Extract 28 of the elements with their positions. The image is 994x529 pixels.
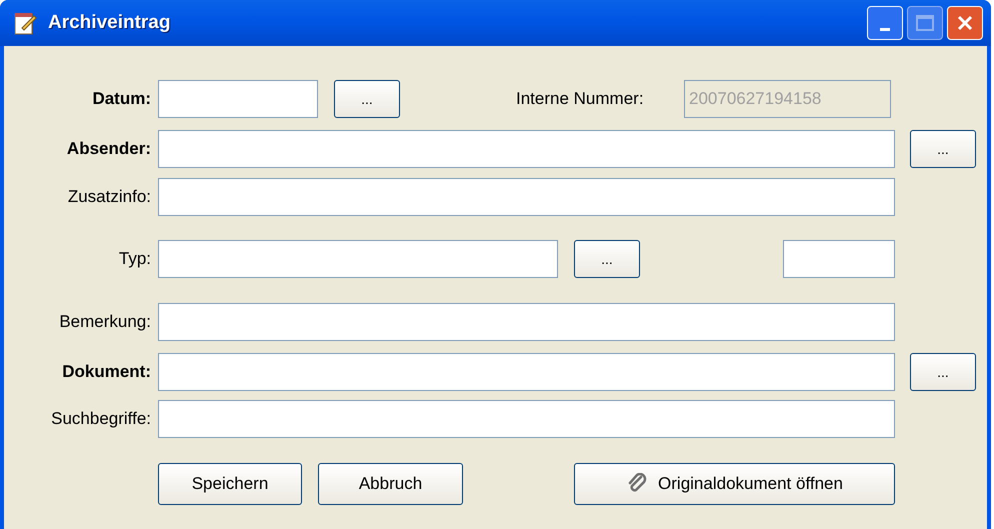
dialog-button[interactable]: Speichern	[158, 463, 302, 505]
browse-button[interactable]: ...	[910, 130, 976, 168]
field-label: Absender:	[66, 138, 152, 160]
field-label: Typ:	[118, 248, 152, 270]
dialog-button[interactable]: Abbruch	[318, 463, 463, 505]
input-field[interactable]	[158, 400, 895, 438]
field-label: Zusatzinfo:	[66, 186, 152, 208]
input-field[interactable]	[158, 303, 895, 341]
notepad-icon	[12, 10, 38, 36]
field-label: Bemerkung:	[58, 311, 152, 334]
close-button[interactable]	[947, 6, 983, 40]
field-label: Suchbegriffe:	[50, 408, 152, 430]
browse-button[interactable]: ...	[334, 80, 400, 118]
open-original-button[interactable]: Originaldokument öffnen	[574, 463, 895, 505]
input-field[interactable]	[158, 130, 895, 168]
field-label: Dokument:	[61, 361, 152, 384]
browse-button[interactable]: ...	[574, 240, 640, 278]
browse-button[interactable]: ...	[910, 353, 976, 391]
window-title: Archiveintrag	[48, 10, 170, 35]
minimize-button[interactable]	[867, 6, 903, 40]
input-field[interactable]	[783, 240, 895, 278]
input-field[interactable]	[158, 240, 558, 278]
input-field[interactable]	[158, 80, 318, 118]
input-field[interactable]	[158, 353, 895, 391]
close-icon	[956, 14, 974, 32]
field-label: Datum:	[91, 88, 152, 110]
input-field[interactable]	[158, 178, 895, 216]
internal-number-label: Interne Nummer:	[516, 88, 645, 110]
